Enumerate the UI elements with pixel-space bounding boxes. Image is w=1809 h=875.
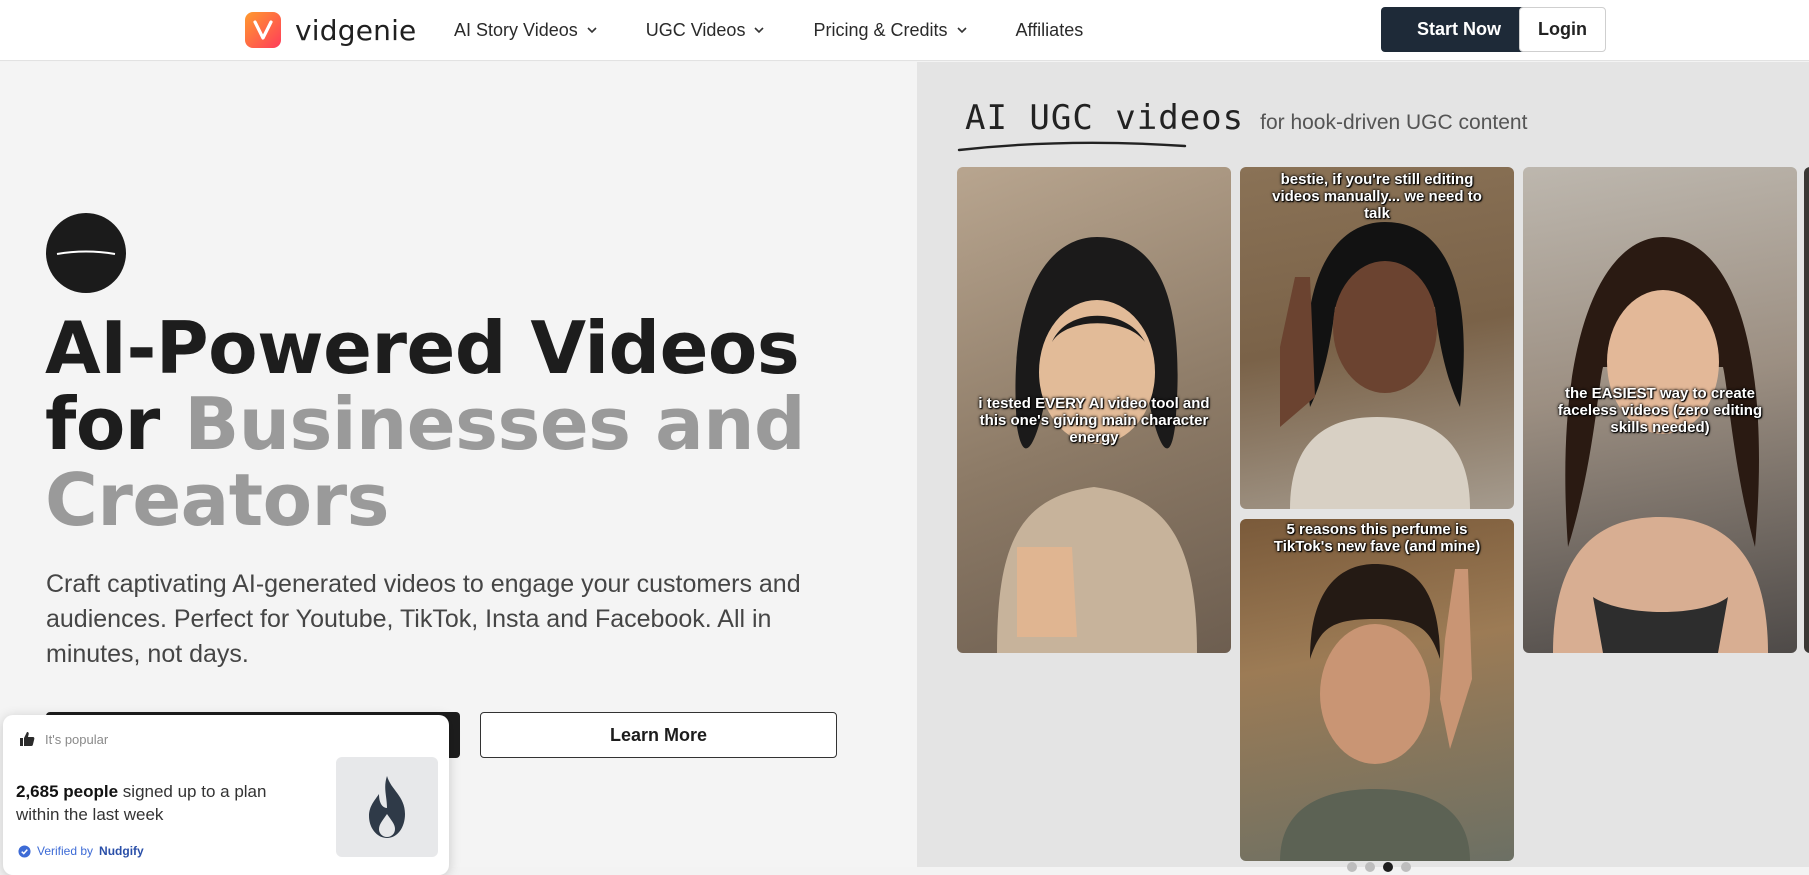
verified-brand: Nudgify bbox=[99, 844, 144, 858]
video-card-caption: 5 reasons this perfume is TikTok's new f… bbox=[1273, 521, 1481, 555]
carousel-dot[interactable] bbox=[1401, 862, 1411, 872]
carousel-dot[interactable] bbox=[1365, 862, 1375, 872]
hero-subtext: Craft captivating AI-generated videos to… bbox=[46, 570, 801, 668]
headline-muted2: Creators bbox=[45, 458, 390, 542]
social-proof-popup[interactable]: It's popular 2,685 people signed up to a… bbox=[3, 715, 449, 875]
brand-name: vidgenie bbox=[295, 13, 417, 47]
hero-badge-circle bbox=[46, 213, 126, 293]
popup-message: 2,685 people signed up to a plan within … bbox=[16, 780, 286, 826]
carousel-dot-active[interactable] bbox=[1383, 862, 1393, 872]
verified-prefix: Verified by bbox=[37, 844, 94, 858]
video-card-4[interactable]: 5 reasons this perfume is TikTok's new f… bbox=[1240, 519, 1514, 861]
video-card-3[interactable]: the EASIEST way to create faceless video… bbox=[1523, 167, 1797, 653]
video-card-caption: i tested EVERY AI video tool and this on… bbox=[978, 395, 1210, 446]
underline-swoosh-icon bbox=[957, 141, 1187, 152]
popup-tag-label: It's popular bbox=[45, 731, 109, 747]
flame-icon bbox=[336, 757, 438, 857]
nav-item-label: Affiliates bbox=[1015, 19, 1084, 40]
logo-mark-icon bbox=[245, 12, 281, 48]
nav-item-label: AI Story Videos bbox=[454, 19, 578, 40]
headline-for: for bbox=[45, 382, 185, 466]
chevron-down-icon bbox=[587, 27, 597, 34]
headline-line1: AI-Powered Videos bbox=[45, 306, 800, 390]
video-card-1[interactable]: i tested EVERY AI video tool and this on… bbox=[957, 167, 1231, 653]
carousel-dot[interactable] bbox=[1347, 862, 1357, 872]
nav-item-label: UGC Videos bbox=[645, 19, 746, 40]
headline-muted1: Businesses and bbox=[184, 382, 805, 466]
showcase-title-sub: for hook-driven UGC content bbox=[1260, 111, 1528, 134]
video-card-caption: the EASIEST way to create faceless video… bbox=[1557, 385, 1763, 436]
chevron-down-icon bbox=[956, 27, 967, 34]
showcase-title-script: AI UGC videos bbox=[957, 98, 1245, 152]
video-card-2[interactable]: bestie, if you're still editing videos m… bbox=[1240, 167, 1514, 509]
learn-more-button[interactable]: Learn More bbox=[480, 712, 837, 758]
nav-links: AI Story Videos UGC Videos Pricing & Cre… bbox=[454, 0, 1131, 60]
ugc-showcase: AI UGC videos for hook-driven UGC conten… bbox=[917, 62, 1809, 872]
popup-count: 2,685 people bbox=[16, 782, 119, 801]
nav-item-ugc-videos[interactable]: UGC Videos bbox=[646, 20, 766, 41]
login-button[interactable]: Login bbox=[1519, 7, 1606, 52]
brand-logo[interactable]: vidgenie bbox=[245, 12, 416, 48]
nav-item-pricing-credits[interactable]: Pricing & Credits bbox=[813, 20, 967, 41]
nav-item-label: Pricing & Credits bbox=[813, 19, 948, 40]
nav-item-affiliates[interactable]: Affiliates bbox=[1016, 20, 1084, 41]
showcase-title-script-text: AI UGC videos bbox=[965, 98, 1245, 138]
popup-tag: It's popular bbox=[19, 731, 108, 747]
video-card-caption: bestie, if you're still editing videos m… bbox=[1272, 171, 1482, 222]
chevron-down-icon bbox=[754, 27, 765, 34]
top-navigation: vidgenie AI Story Videos UGC Videos Pric… bbox=[0, 0, 1809, 61]
video-card-partial[interactable] bbox=[1804, 167, 1809, 653]
thumbs-up-icon bbox=[20, 732, 35, 746]
person-thumbnail-icon bbox=[1280, 564, 1472, 861]
popup-verified[interactable]: Verified by Nudgify bbox=[18, 844, 144, 858]
carousel-dots bbox=[1347, 862, 1411, 872]
showcase-title: AI UGC videos for hook-driven UGC conten… bbox=[957, 98, 1528, 152]
start-now-button[interactable]: Start Now bbox=[1381, 7, 1537, 52]
hero-headline: AI-Powered Videos for Businesses and Cre… bbox=[45, 310, 865, 538]
swoosh-icon bbox=[56, 250, 116, 255]
check-badge-icon bbox=[18, 844, 31, 858]
nav-item-ai-story-videos[interactable]: AI Story Videos bbox=[454, 20, 598, 41]
